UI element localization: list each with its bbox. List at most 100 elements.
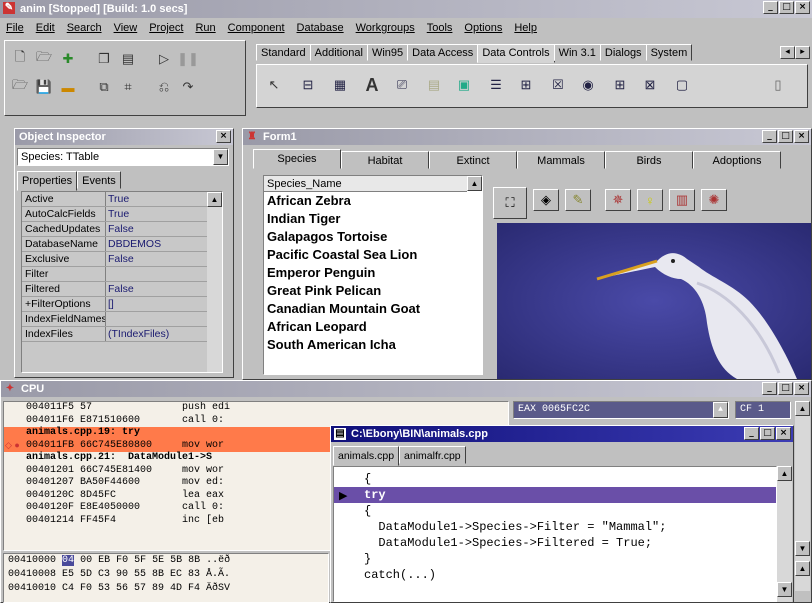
menu-project[interactable]: Project: [149, 19, 183, 37]
dbedit-icon[interactable]: ⎚: [391, 75, 413, 95]
tab-additional[interactable]: Additional: [309, 44, 368, 61]
dbcheckbox-icon[interactable]: ☒: [547, 75, 569, 95]
chart-icon[interactable]: ▥: [669, 189, 695, 211]
form1-close-button[interactable]: ×: [794, 130, 809, 143]
tab-data-controls[interactable]: Data Controls: [477, 44, 555, 63]
memory-dump-line[interactable]: 00410000 04 00 EB F0 5F 5E 5B 8B ..ëð: [4, 554, 328, 568]
menu-edit[interactable]: Edit: [36, 19, 55, 37]
object-selector[interactable]: Species: TTable ▼: [17, 148, 229, 166]
cpu-scroll-mid2-icon[interactable]: ▲: [795, 561, 810, 576]
flag-cf[interactable]: CF 1: [735, 401, 791, 419]
property-value[interactable]: True: [106, 192, 222, 206]
shapes-icon[interactable]: ⛶: [493, 187, 527, 219]
form1-minimize-button[interactable]: _: [762, 130, 777, 143]
bulb-icon[interactable]: ♀: [637, 189, 663, 211]
tab-dialogs[interactable]: Dialogs: [599, 44, 647, 61]
editor-scroll-up-icon[interactable]: ▲: [777, 466, 792, 481]
editor-close-button[interactable]: ×: [776, 427, 791, 440]
dbctrlgrid-icon[interactable]: ▢: [671, 75, 693, 95]
property-value[interactable]: [106, 267, 222, 281]
species-row[interactable]: Great Pink Pelican: [264, 282, 482, 300]
property-row[interactable]: DatabaseName DBDEMOS: [22, 237, 222, 252]
tab-birds[interactable]: Birds: [605, 151, 693, 169]
code-line[interactable]: DataModule1->Species->Filtered = True;: [334, 535, 776, 551]
menu-run[interactable]: Run: [195, 19, 215, 37]
tab-habitat[interactable]: Habitat: [341, 151, 429, 169]
tab-win95[interactable]: Win95: [366, 44, 409, 61]
property-value[interactable]: False: [106, 222, 222, 236]
memory-dump-line[interactable]: 00410010 C4 F0 53 56 57 89 4D F4 ÄðSV: [4, 582, 328, 596]
species-column-header[interactable]: Species_Name: [264, 176, 482, 192]
property-value[interactable]: []: [106, 297, 222, 311]
tab-data-access[interactable]: Data Access: [407, 44, 479, 61]
chevron-down-icon[interactable]: ▼: [213, 149, 228, 165]
code-line[interactable]: {: [334, 471, 776, 487]
tab-mammals[interactable]: Mammals: [517, 151, 605, 169]
property-row[interactable]: CachedUpdates False: [22, 222, 222, 237]
dbtext-icon[interactable]: A: [361, 75, 383, 95]
code-line[interactable]: try: [334, 487, 776, 503]
property-row[interactable]: IndexFiles (TIndexFiles): [22, 327, 222, 342]
cpu-maximize-button[interactable]: □: [778, 382, 793, 395]
memory-dump-pane[interactable]: 00410000 04 00 EB F0 5F 5E 5B 8B ..ëð 004…: [3, 553, 329, 603]
trace-into-icon[interactable]: ⎌: [153, 77, 175, 97]
new-icon[interactable]: 🗋: [9, 49, 31, 69]
cpu-scroll-up-icon[interactable]: ▲: [795, 401, 810, 416]
cpu-scroll-mid-icon[interactable]: ▼: [795, 541, 810, 556]
register-scroll-icon[interactable]: ▲: [713, 402, 728, 418]
dbcombobox-icon[interactable]: ⊞: [515, 75, 537, 95]
menu-workgroups[interactable]: Workgroups: [356, 19, 415, 37]
tab-adoptions[interactable]: Adoptions: [693, 151, 781, 169]
editor-scroll-down-icon[interactable]: ▼: [777, 582, 792, 597]
species-row[interactable]: South American Icha: [264, 336, 482, 354]
property-value[interactable]: DBDEMOS: [106, 237, 222, 251]
pause-icon[interactable]: ❚❚: [177, 49, 199, 69]
scroll-up-icon[interactable]: ▲: [207, 192, 222, 207]
open-icon[interactable]: 🗁: [9, 77, 31, 97]
property-value[interactable]: False: [106, 252, 222, 266]
menu-view[interactable]: View: [114, 19, 138, 37]
property-row[interactable]: Filter: [22, 267, 222, 282]
menu-database[interactable]: Database: [297, 19, 344, 37]
run-icon[interactable]: ▷: [153, 49, 175, 69]
minimize-button[interactable]: _: [763, 1, 778, 14]
dbradiogroup-icon[interactable]: ◉: [577, 75, 599, 95]
tab-events[interactable]: Events: [77, 171, 121, 189]
burst-icon[interactable]: ✺: [701, 189, 727, 211]
cpu-close-button[interactable]: ×: [794, 382, 809, 395]
species-row[interactable]: Indian Tiger: [264, 210, 482, 228]
palette-left-arrow[interactable]: ◂: [780, 46, 795, 59]
tab-properties[interactable]: Properties: [17, 171, 78, 191]
code-editor[interactable]: {try{ DataModule1->Species->Filter = "Ma…: [333, 466, 777, 602]
species-scrollbar[interactable]: ▲: [467, 176, 482, 374]
property-row[interactable]: AutoCalcFields True: [22, 207, 222, 222]
select-form-icon[interactable]: ▤: [117, 49, 139, 69]
maximize-button[interactable]: □: [779, 1, 794, 14]
species-row[interactable]: Galapagos Tortoise: [264, 228, 482, 246]
save-icon[interactable]: 💾: [33, 77, 55, 97]
select-unit-icon[interactable]: ❐: [93, 49, 115, 69]
property-value[interactable]: (TIndexFiles): [106, 327, 222, 341]
toggle-form-unit-icon[interactable]: ⧉: [93, 77, 115, 97]
code-line[interactable]: DataModule1->Species->Filter = "Mammal";: [334, 519, 776, 535]
menu-tools[interactable]: Tools: [427, 19, 453, 37]
tab-animalfr-cpp[interactable]: animalfr.cpp: [399, 446, 466, 464]
tab-species[interactable]: Species: [253, 149, 341, 169]
add-file-icon[interactable]: ✚: [57, 49, 79, 69]
property-scrollbar[interactable]: ▲: [207, 192, 222, 372]
species-row[interactable]: Pacific Coastal Sea Lion: [264, 246, 482, 264]
tab-standard[interactable]: Standard: [256, 44, 311, 61]
sparkle-icon[interactable]: ✵: [605, 189, 631, 211]
memory-dump-line[interactable]: 00410008 E5 5D C3 90 55 8B EC 83 Å.Ã.: [4, 568, 328, 582]
disassembly-line[interactable]: 004011F5 57 push edi: [4, 402, 508, 415]
pointer-icon[interactable]: ↖: [263, 75, 285, 95]
open-project-icon[interactable]: 🗁: [33, 49, 55, 69]
cpu-scrollbar[interactable]: ▲ ▼ ▲: [795, 401, 810, 591]
new-form-icon[interactable]: ⌗: [117, 77, 139, 97]
dblookupcombo-icon[interactable]: ⊠: [639, 75, 661, 95]
species-grid[interactable]: Species_Name African Zebra Indian Tiger Ga…: [263, 175, 483, 375]
property-row[interactable]: Filtered False: [22, 282, 222, 297]
code-line[interactable]: {: [334, 503, 776, 519]
tab-win31[interactable]: Win 3.1: [553, 44, 601, 61]
pencil-icon[interactable]: ✎: [565, 189, 591, 211]
